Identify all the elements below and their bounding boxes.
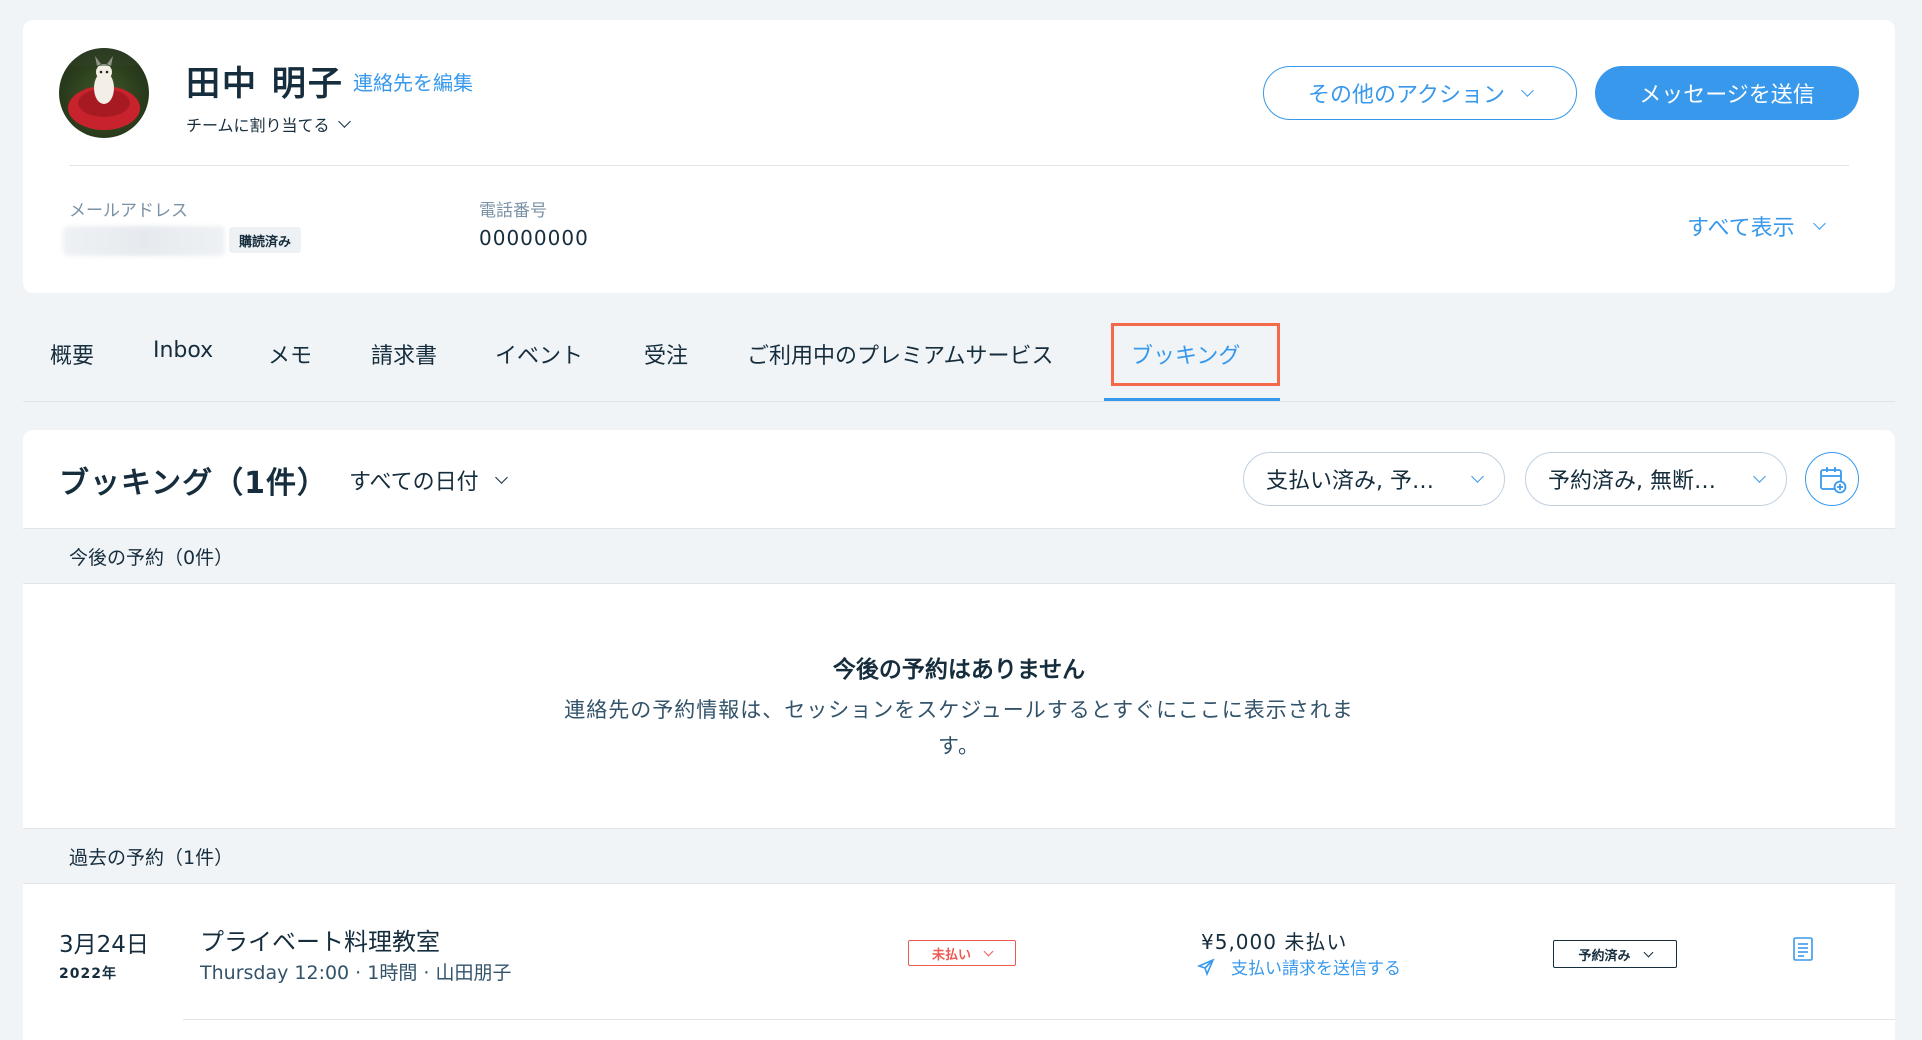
tab-invoices[interactable]: 請求書 bbox=[371, 338, 437, 370]
tab-orders[interactable]: 受注 bbox=[644, 338, 688, 370]
send-icon bbox=[1197, 957, 1215, 976]
booking-status-label: 予約済み bbox=[1578, 948, 1631, 964]
chevron-down-icon bbox=[1643, 947, 1653, 957]
date-filter-label: すべての日付 bbox=[349, 470, 479, 495]
show-all-button[interactable]: すべて表示 bbox=[1687, 210, 1826, 242]
payment-filter-dropdown[interactable]: 支払い済み, 予約済み bbox=[1243, 452, 1505, 506]
booking-amount: ¥5,000 未払い bbox=[1201, 930, 1348, 954]
assign-team-label: チームに割り当てる bbox=[186, 116, 330, 135]
tab-events[interactable]: イベント bbox=[495, 338, 583, 370]
chevron-down-icon bbox=[337, 115, 351, 128]
tab-premium-services[interactable]: ご利用中のプレミアムサービス bbox=[747, 338, 1053, 370]
contact-name: 田中 明子 bbox=[186, 64, 344, 104]
empty-state-title: 今後の予約はありません bbox=[832, 657, 1086, 683]
status-filter-dropdown[interactable]: 予約済み, 無断キャンセル bbox=[1525, 452, 1787, 506]
email-label: メールアドレス bbox=[69, 201, 188, 221]
booking-year: 2022年 bbox=[59, 966, 117, 982]
tab-highlight-box bbox=[1111, 323, 1280, 386]
empty-state-description: 連絡先の予約情報は、セッションをスケジュールするとすぐにここに表示されます。 bbox=[564, 698, 1354, 758]
tab-notes[interactable]: メモ bbox=[268, 338, 312, 370]
payment-status-label: 未払い bbox=[931, 947, 971, 963]
send-payment-request-label: 支払い請求を送信する bbox=[1231, 959, 1401, 979]
more-actions-button[interactable]: その他のアクション bbox=[1263, 66, 1577, 120]
payment-status-dropdown[interactable]: 未払い bbox=[908, 940, 1016, 966]
send-payment-request-link[interactable]: 支払い請求を送信する bbox=[1197, 954, 1401, 979]
document-icon[interactable] bbox=[1792, 936, 1814, 966]
chevron-down-icon bbox=[1812, 217, 1826, 230]
show-all-label: すべて表示 bbox=[1687, 216, 1795, 241]
send-message-button[interactable]: メッセージを送信 bbox=[1595, 66, 1859, 120]
avatar bbox=[59, 48, 149, 138]
status-filter-label: 予約済み, 無断キャンセル bbox=[1548, 469, 1735, 494]
tab-overview[interactable]: 概要 bbox=[50, 338, 94, 370]
chevron-down-icon bbox=[983, 946, 994, 956]
tab-inbox[interactable]: Inbox bbox=[153, 338, 213, 363]
header-divider bbox=[69, 165, 1849, 166]
payment-filter-label: 支払い済み, 予約済み bbox=[1266, 469, 1453, 494]
email-value-redacted bbox=[63, 226, 225, 256]
booking-date: 3月24日 bbox=[59, 932, 149, 958]
contact-header-card: 田中 明子 連絡先を編集 チームに割り当てる その他のアクション メッセージを送… bbox=[23, 20, 1895, 293]
add-booking-button[interactable] bbox=[1805, 452, 1859, 506]
subscription-badge: 購読済み bbox=[229, 227, 302, 253]
assign-team-dropdown[interactable]: チームに割り当てる bbox=[186, 112, 351, 136]
phone-label: 電話番号 bbox=[479, 201, 547, 221]
phone-value: 00000000 bbox=[479, 226, 589, 250]
more-actions-label: その他のアクション bbox=[1308, 83, 1505, 108]
date-filter-dropdown[interactable]: すべての日付 bbox=[349, 464, 508, 496]
upcoming-section-header: 今後の予約（0件） bbox=[23, 528, 1895, 584]
chevron-down-icon bbox=[1471, 470, 1484, 483]
chevron-down-icon bbox=[494, 471, 508, 484]
past-section-header: 過去の予約（1件） bbox=[23, 828, 1895, 884]
contact-tabs: 概要 Inbox メモ 請求書 イベント 受注 ご利用中のプレミアムサービス ブ… bbox=[23, 320, 1895, 402]
row-divider bbox=[183, 1019, 1895, 1020]
booking-detail: Thursday 12:00 · 1時間 · 山田朋子 bbox=[200, 962, 512, 984]
edit-contact-link[interactable]: 連絡先を編集 bbox=[353, 67, 473, 96]
chevron-down-icon bbox=[1521, 84, 1534, 97]
bookings-title: ブッキング（1件） bbox=[59, 466, 328, 501]
chevron-down-icon bbox=[1753, 470, 1766, 483]
active-tab-indicator bbox=[1104, 398, 1280, 401]
booking-service-name: プライベート料理教室 bbox=[200, 928, 440, 956]
booking-status-dropdown[interactable]: 予約済み bbox=[1553, 940, 1677, 968]
calendar-plus-icon bbox=[1820, 467, 1847, 494]
bookings-card: ブッキング（1件） すべての日付 支払い済み, 予約済み 予約済み, 無断キャン… bbox=[23, 430, 1895, 1040]
